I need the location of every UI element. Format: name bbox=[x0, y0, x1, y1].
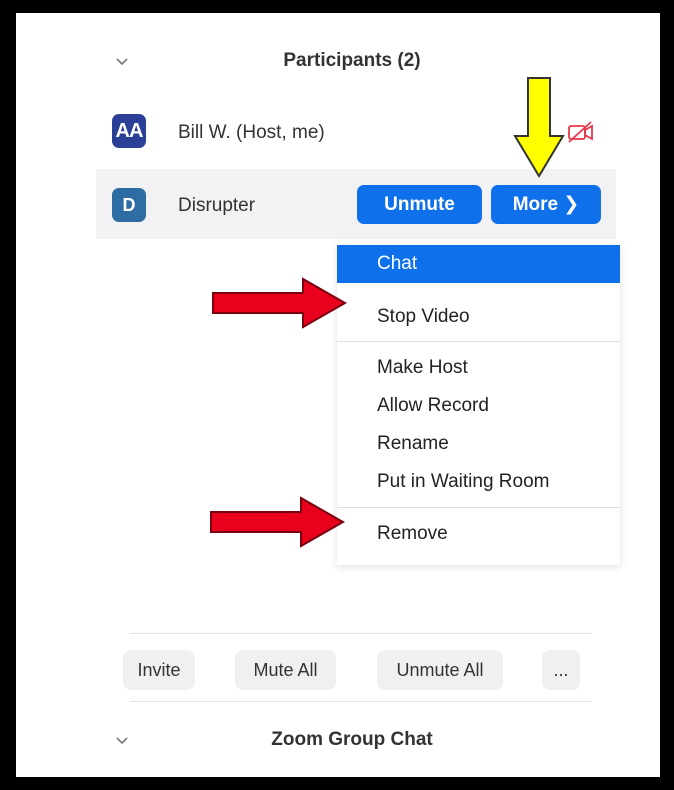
unmute-all-button[interactable]: Unmute All bbox=[377, 650, 503, 690]
red-arrow-right-icon bbox=[212, 277, 347, 329]
menu-item-remove[interactable]: Remove bbox=[337, 515, 620, 553]
chevron-down-icon[interactable] bbox=[115, 56, 129, 66]
mute-all-button[interactable]: Mute All bbox=[235, 650, 336, 690]
participants-title: Participants (2) bbox=[283, 50, 421, 71]
red-arrow-right-icon bbox=[210, 496, 345, 548]
video-off-icon bbox=[568, 121, 593, 143]
participants-panel: Participants (2) AA Bill W. (Host, me) D… bbox=[16, 13, 660, 777]
menu-item-waiting-room[interactable]: Put in Waiting Room bbox=[337, 463, 620, 501]
participant-context-menu: Chat Stop Video Make Host Allow Record R… bbox=[337, 245, 620, 565]
participant-name: Bill W. (Host, me) bbox=[178, 122, 325, 143]
menu-item-rename[interactable]: Rename bbox=[337, 425, 620, 463]
divider bbox=[130, 701, 592, 702]
yellow-arrow-down-icon bbox=[513, 77, 565, 178]
menu-divider bbox=[337, 507, 620, 508]
chevron-down-icon[interactable] bbox=[115, 735, 129, 745]
menu-divider bbox=[337, 341, 620, 342]
more-button[interactable]: More ❯ bbox=[491, 185, 601, 224]
menu-item-chat[interactable]: Chat bbox=[337, 245, 620, 283]
participant-name[interactable]: Disrupter bbox=[178, 195, 255, 217]
more-options-button[interactable]: ... bbox=[542, 650, 580, 690]
unmute-button[interactable]: Unmute bbox=[357, 185, 482, 224]
menu-item-make-host[interactable]: Make Host bbox=[337, 349, 620, 387]
avatar: AA bbox=[112, 114, 146, 148]
chat-title: Zoom Group Chat bbox=[271, 729, 433, 750]
menu-item-stop-video[interactable]: Stop Video bbox=[337, 298, 620, 336]
divider bbox=[130, 633, 592, 634]
avatar: D bbox=[112, 188, 146, 222]
invite-button[interactable]: Invite bbox=[123, 650, 195, 690]
menu-item-allow-record[interactable]: Allow Record bbox=[337, 387, 620, 425]
